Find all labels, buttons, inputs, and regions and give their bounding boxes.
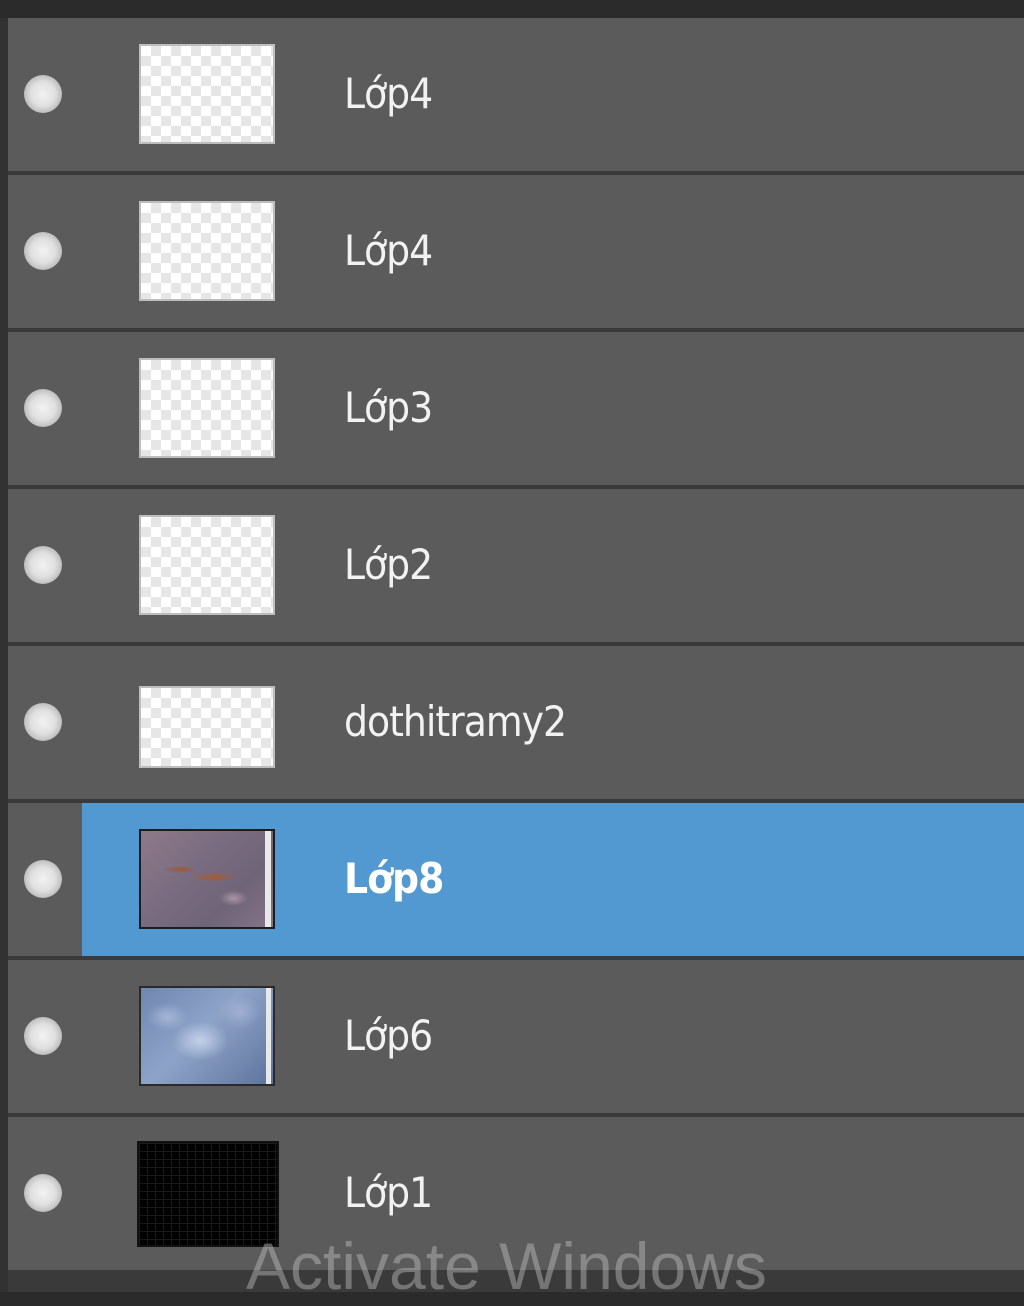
- layer-name: Lớp8: [344, 854, 444, 903]
- layer-name: Lớp2: [344, 540, 433, 589]
- layer-thumbnail: [139, 358, 275, 458]
- layer-thumbnail: [139, 201, 275, 301]
- layer-thumbnail: [137, 1141, 279, 1247]
- layers-panel: Lớp4 Lớp4 Lớp3 Lớp2 dothitramy2 Lớp8 Lớp…: [0, 18, 1024, 1292]
- layer-row[interactable]: Lớp4: [8, 175, 1024, 332]
- layer-row[interactable]: Lớp6: [8, 960, 1024, 1117]
- layer-name: Lớp4: [344, 226, 433, 275]
- panel-edge: [0, 18, 8, 1292]
- visibility-eye-icon[interactable]: [24, 860, 62, 898]
- layer-name: Lớp1: [344, 1168, 433, 1217]
- visibility-eye-icon[interactable]: [24, 232, 62, 270]
- layer-row[interactable]: Lớp1: [8, 1117, 1024, 1274]
- layer-row[interactable]: dothitramy2: [8, 646, 1024, 803]
- layer-name: Lớp4: [344, 69, 433, 118]
- layer-row[interactable]: Lớp2: [8, 489, 1024, 646]
- layer-thumbnail: [139, 986, 275, 1086]
- layer-thumbnail: [139, 515, 275, 615]
- layer-thumbnail: [139, 686, 275, 768]
- layer-name: dothitramy2: [344, 697, 567, 746]
- layer-row-selected[interactable]: Lớp8: [8, 803, 1024, 960]
- layer-row[interactable]: Lớp3: [8, 332, 1024, 489]
- visibility-eye-icon[interactable]: [24, 1174, 62, 1212]
- visibility-eye-icon[interactable]: [24, 703, 62, 741]
- visibility-eye-icon[interactable]: [24, 1017, 62, 1055]
- layer-thumbnail: [139, 829, 275, 929]
- layer-name: Lớp6: [344, 1011, 433, 1060]
- layer-name: Lớp3: [344, 383, 433, 432]
- visibility-eye-icon[interactable]: [24, 75, 62, 113]
- visibility-eye-icon[interactable]: [24, 546, 62, 584]
- visibility-eye-icon[interactable]: [24, 389, 62, 427]
- layer-thumbnail: [139, 44, 275, 144]
- layer-row[interactable]: Lớp4: [8, 18, 1024, 175]
